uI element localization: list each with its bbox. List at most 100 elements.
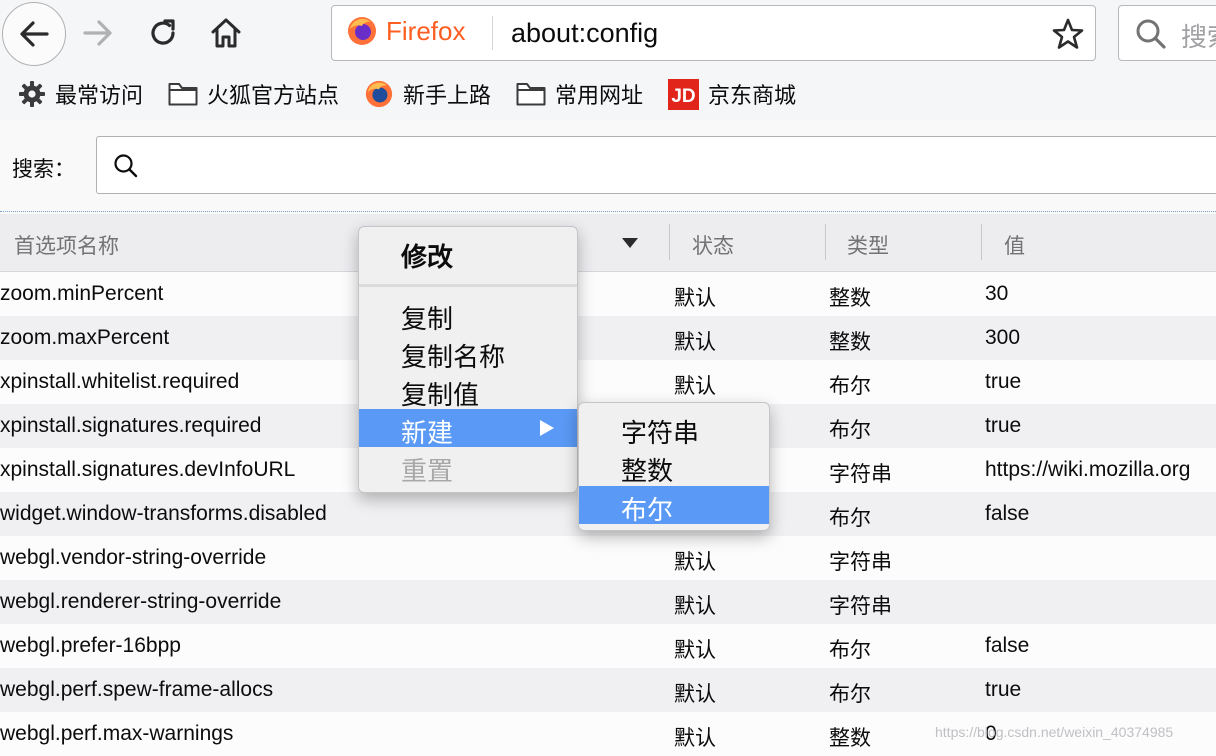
submenu-arrow-icon xyxy=(540,420,554,436)
pref-type: 字符串 xyxy=(829,463,892,486)
pref-name: webgl.perf.spew-frame-allocs xyxy=(0,678,274,701)
reload-button[interactable] xyxy=(133,3,193,63)
column-header-name[interactable]: 首选项名称 xyxy=(14,230,119,260)
identity-box[interactable]: Firefox xyxy=(346,15,465,47)
pref-type: 整数 xyxy=(829,331,871,354)
url-bar[interactable]: Firefox about:config xyxy=(331,5,1096,61)
table-row[interactable]: zoom.minPercent 默认 整数 30 xyxy=(0,272,1216,316)
jd-logo-icon: JD xyxy=(668,78,699,110)
pref-value: 30 xyxy=(985,282,1009,305)
pref-name: webgl.renderer-string-override xyxy=(0,590,282,613)
pref-value: false xyxy=(985,502,1030,525)
table-row[interactable]: webgl.prefer-16bpp 默认 布尔 false xyxy=(0,624,1216,668)
web-search-bar[interactable]: 搜索 xyxy=(1118,5,1216,61)
forward-arrow-icon xyxy=(83,20,112,46)
pref-name: widget.window-transforms.disabled xyxy=(0,502,327,525)
menu-item-label: 复制名称 xyxy=(401,342,506,372)
table-row[interactable]: xpinstall.whitelist.required 默认 布尔 true xyxy=(0,360,1216,404)
gear-icon xyxy=(19,81,45,107)
pref-type: 布尔 xyxy=(829,375,871,398)
pref-name: webgl.perf.max-warnings xyxy=(0,722,234,745)
context-menu: 修改 复制 复制名称 复制值 新建 重置 xyxy=(358,226,578,493)
column-divider[interactable] xyxy=(825,224,826,260)
search-icon xyxy=(114,154,138,178)
menu-item-label: 重置 xyxy=(401,456,454,486)
bookmark-jd[interactable]: JD 京东商城 xyxy=(668,78,796,110)
pref-status: 默认 xyxy=(674,551,716,574)
table-row[interactable]: webgl.vendor-string-override 默认 字符串 xyxy=(0,536,1216,580)
bookmark-label: 最常访问 xyxy=(55,83,144,108)
submenu-item-string[interactable]: 字符串 xyxy=(579,409,769,448)
folder-icon xyxy=(516,83,546,106)
column-divider[interactable] xyxy=(669,224,670,260)
submenu-item-boolean[interactable]: 布尔 xyxy=(579,486,769,525)
column-divider[interactable] xyxy=(981,224,982,260)
menu-separator xyxy=(359,284,577,287)
pref-name: xpinstall.signatures.required xyxy=(0,414,262,437)
url-text[interactable]: about:config xyxy=(511,18,658,49)
search-label: 搜索： xyxy=(12,158,75,181)
pref-name: webgl.prefer-16bpp xyxy=(0,634,181,657)
back-button[interactable] xyxy=(2,2,66,66)
reload-icon xyxy=(151,19,175,45)
pref-name: webgl.vendor-string-override xyxy=(0,546,267,569)
menu-item-copy-name[interactable]: 复制名称 xyxy=(359,333,577,372)
menu-item-label: 复制值 xyxy=(401,380,480,410)
bookmark-label: 京东商城 xyxy=(708,83,797,108)
bookmark-getting-started[interactable]: 新手上路 xyxy=(364,78,491,110)
pref-type: 布尔 xyxy=(829,683,871,706)
pref-status: 默认 xyxy=(674,331,716,354)
firefox-logo-icon xyxy=(348,17,376,45)
search-icon xyxy=(1136,19,1166,49)
menu-item-copy-value[interactable]: 复制值 xyxy=(359,371,577,410)
pref-status: 默认 xyxy=(674,727,716,750)
brand-label: Firefox xyxy=(386,15,466,46)
pref-name: xpinstall.whitelist.required xyxy=(0,370,240,393)
config-search-area: 搜索： xyxy=(0,120,1216,212)
bookmark-label: 新手上路 xyxy=(403,83,492,108)
sort-descending-icon[interactable] xyxy=(621,237,639,249)
pref-type: 字符串 xyxy=(829,551,892,574)
folder-icon xyxy=(168,83,198,106)
column-header-status[interactable]: 状态 xyxy=(692,230,734,260)
bookmark-label: 常用网址 xyxy=(555,83,644,108)
menu-item-label: 修改 xyxy=(401,242,454,272)
forward-button[interactable] xyxy=(68,3,128,63)
pref-type: 布尔 xyxy=(829,419,871,442)
menu-item-copy[interactable]: 复制 xyxy=(359,295,577,334)
menu-item-modify[interactable]: 修改 xyxy=(359,233,577,272)
bookmark-star-icon[interactable] xyxy=(1051,17,1085,51)
bookmark-most-visited[interactable]: 最常访问 xyxy=(18,78,143,110)
table-row[interactable]: webgl.perf.spew-frame-allocs 默认 布尔 true xyxy=(0,668,1216,712)
svg-text:JD: JD xyxy=(671,86,695,107)
new-submenu: 字符串 整数 布尔 xyxy=(578,402,770,531)
pref-status: 默认 xyxy=(674,683,716,706)
column-header-value[interactable]: 值 xyxy=(1004,230,1025,260)
column-header-type[interactable]: 类型 xyxy=(847,230,889,260)
home-button[interactable] xyxy=(196,3,256,63)
pref-value: https://wiki.mozilla.org xyxy=(985,458,1191,481)
table-row[interactable]: webgl.renderer-string-override 默认 字符串 xyxy=(0,580,1216,624)
firefox-logo-icon xyxy=(365,80,393,108)
column-header-row: 首选项名称 状态 类型 值 xyxy=(0,214,1216,272)
url-separator xyxy=(492,16,493,50)
pref-value: false xyxy=(985,634,1030,657)
pref-name: zoom.maxPercent xyxy=(0,326,170,349)
bookmark-folder-common-sites[interactable]: 常用网址 xyxy=(516,78,643,110)
back-arrow-icon xyxy=(20,21,49,47)
pref-value: 300 xyxy=(985,326,1021,349)
pref-status: 默认 xyxy=(674,595,716,618)
bookmark-folder-firefox-sites[interactable]: 火狐官方站点 xyxy=(168,78,339,110)
pref-type: 布尔 xyxy=(829,507,871,530)
submenu-item-integer[interactable]: 整数 xyxy=(579,447,769,486)
pref-type: 整数 xyxy=(829,287,871,310)
menu-item-reset[interactable]: 重置 xyxy=(359,447,577,486)
pref-status: 默认 xyxy=(674,375,716,398)
menu-item-label: 新建 xyxy=(401,418,454,448)
navigation-toolbar: Firefox about:config 搜索 xyxy=(0,0,1216,70)
table-row[interactable]: zoom.maxPercent 默认 整数 300 xyxy=(0,316,1216,360)
watermark-text: https://blog.csdn.net/weixin_40374985 xyxy=(935,724,1174,740)
menu-item-label: 复制 xyxy=(401,304,454,334)
menu-item-new[interactable]: 新建 xyxy=(359,409,577,448)
config-search-input[interactable] xyxy=(96,136,1216,194)
